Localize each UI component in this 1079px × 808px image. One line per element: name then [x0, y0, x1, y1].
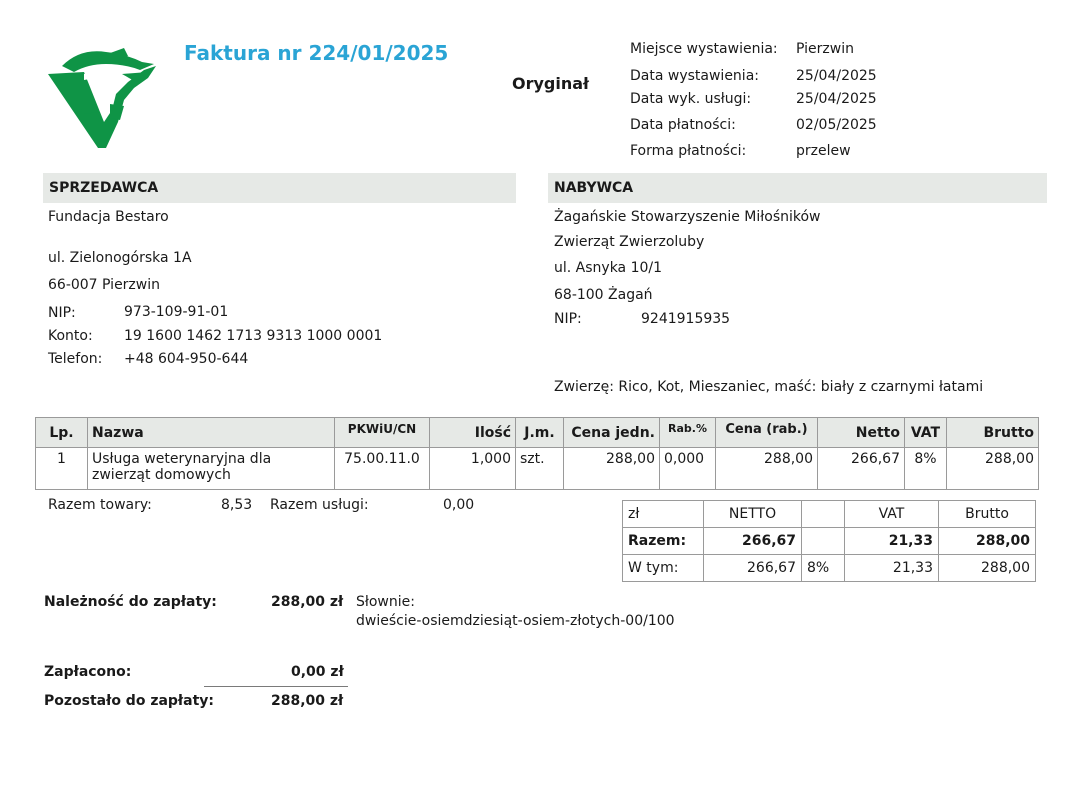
- summary-gross-header: Brutto: [938, 500, 1036, 528]
- goods-total-value: 8,53: [221, 497, 253, 513]
- remaining-value: 288,00 zł: [271, 693, 344, 709]
- services-total-label: Razem usługi:: [270, 497, 369, 513]
- amount-due-value: 288,00 zł: [271, 594, 344, 610]
- summary-vat-header: VAT: [844, 500, 939, 528]
- paid-value: 0,00 zł: [291, 664, 344, 680]
- items-header-row: Lp. Nazwa PKWiU/CN Ilość J.m. Cena jedn.…: [35, 417, 1039, 448]
- summary-incl-vat: 21,33: [844, 554, 939, 582]
- buyer-city: 68-100 Żagań: [554, 287, 653, 303]
- summary-incl-net: 266,67: [703, 554, 802, 582]
- payment-date-value: 02/05/2025: [796, 117, 877, 133]
- animal-note: Zwierzę: Rico, Kot, Mieszaniec, maść: bi…: [554, 379, 984, 395]
- row-pkwiu: 75.00.11.0: [334, 447, 430, 490]
- invoice-title: Faktura nr 224/01/2025: [184, 41, 449, 65]
- seller-name: Fundacja Bestaro: [48, 209, 169, 225]
- buyer-name-line2: Zwierząt Zwierzoluby: [554, 234, 705, 250]
- row-gross: 288,00: [946, 447, 1039, 490]
- summary-rate-header: [801, 500, 845, 528]
- payment-date-label: Data płatności:: [630, 117, 736, 133]
- summary-total-net: 266,67: [703, 527, 802, 555]
- row-vat: 8%: [904, 447, 947, 490]
- summary-currency: zł: [622, 500, 704, 528]
- seller-header: SPRZEDAWCA: [43, 173, 516, 203]
- summary-total-rate: [801, 527, 845, 555]
- issue-place-label: Miejsce wystawienia:: [630, 41, 778, 57]
- copy-label: Oryginał: [512, 74, 589, 93]
- remaining-label: Pozostało do zapłaty:: [44, 693, 214, 709]
- service-date-label: Data wyk. usługi:: [630, 91, 752, 107]
- col-unit-price: Cena jedn.: [563, 417, 660, 448]
- row-name-line1: Usługa weterynaryjna dla: [92, 451, 272, 467]
- payment-form-label: Forma płatności:: [630, 143, 747, 159]
- seller-city: 66-007 Pierzwin: [48, 277, 160, 293]
- col-discount: Rab.%: [659, 417, 716, 448]
- row-name: Usługa weterynaryjna dla zwierząt domowyc…: [87, 447, 335, 490]
- summary-total-gross: 288,00: [938, 527, 1036, 555]
- summary-total-row: Razem: 266,67 21,33 288,00: [622, 527, 1036, 555]
- summary-incl-gross: 288,00: [938, 554, 1036, 582]
- seller-street: ul. Zielonogórska 1A: [48, 250, 192, 266]
- col-pkwiu: PKWiU/CN: [334, 417, 430, 448]
- col-unit: J.m.: [515, 417, 564, 448]
- table-row: 1 Usługa weterynaryjna dla zwierząt domow…: [35, 447, 1039, 490]
- summary-header-row: zł NETTO VAT Brutto: [622, 500, 1036, 528]
- buyer-header: NABYWCA: [548, 173, 1047, 203]
- company-logo-icon: [48, 48, 156, 148]
- row-lp: 1: [35, 447, 88, 490]
- goods-total-label: Razem towary:: [48, 497, 152, 513]
- row-qty: 1,000: [429, 447, 516, 490]
- buyer-street: ul. Asnyka 10/1: [554, 260, 663, 276]
- summary-net-header: NETTO: [703, 500, 802, 528]
- items-table: Lp. Nazwa PKWiU/CN Ilość J.m. Cena jedn.…: [35, 417, 1039, 490]
- seller-account-label: Konto:: [48, 328, 93, 344]
- buyer-nip-label: NIP:: [554, 311, 582, 327]
- issue-date-label: Data wystawienia:: [630, 68, 759, 84]
- service-date-value: 25/04/2025: [796, 91, 877, 107]
- col-price-disc: Cena (rab.): [715, 417, 818, 448]
- row-name-line2: zwierząt domowych: [92, 467, 231, 483]
- row-unit-price: 288,00: [563, 447, 660, 490]
- col-vat: VAT: [904, 417, 947, 448]
- seller-phone: +48 604-950-644: [124, 351, 249, 367]
- issue-place-value: Pierzwin: [796, 41, 854, 57]
- payment-form-value: przelew: [796, 143, 851, 159]
- seller-phone-label: Telefon:: [48, 351, 103, 367]
- row-price-disc: 288,00: [715, 447, 818, 490]
- vat-summary-table: zł NETTO VAT Brutto Razem: 266,67 21,33 …: [622, 500, 1036, 582]
- buyer-name-line1: Żagańskie Stowarzyszenie Miłośników: [554, 209, 821, 225]
- col-gross: Brutto: [946, 417, 1039, 448]
- paid-label: Zapłacono:: [44, 664, 132, 680]
- buyer-nip: 9241915935: [641, 311, 731, 327]
- in-words-label: Słownie:: [356, 594, 415, 610]
- row-discount: 0,000: [659, 447, 716, 490]
- divider: [204, 686, 348, 687]
- col-lp: Lp.: [35, 417, 88, 448]
- summary-total-vat: 21,33: [844, 527, 939, 555]
- col-net: Netto: [817, 417, 905, 448]
- col-name: Nazwa: [87, 417, 335, 448]
- seller-account: 19 1600 1462 1713 9313 1000 0001: [124, 328, 383, 344]
- row-net: 266,67: [817, 447, 905, 490]
- summary-incl-label: W tym:: [622, 554, 704, 582]
- services-total-value: 0,00: [443, 497, 475, 513]
- summary-incl-row: W tym: 266,67 8% 21,33 288,00: [622, 554, 1036, 582]
- issue-date-value: 25/04/2025: [796, 68, 877, 84]
- col-qty: Ilość: [429, 417, 516, 448]
- seller-nip: 973-109-91-01: [124, 304, 229, 320]
- summary-incl-rate: 8%: [801, 554, 845, 582]
- row-unit: szt.: [515, 447, 564, 490]
- in-words-value: dwieście-osiemdziesiąt-osiem-złotych-00/…: [356, 613, 675, 629]
- seller-nip-label: NIP:: [48, 305, 76, 321]
- summary-total-label: Razem:: [622, 527, 704, 555]
- amount-due-label: Należność do zapłaty:: [44, 594, 217, 610]
